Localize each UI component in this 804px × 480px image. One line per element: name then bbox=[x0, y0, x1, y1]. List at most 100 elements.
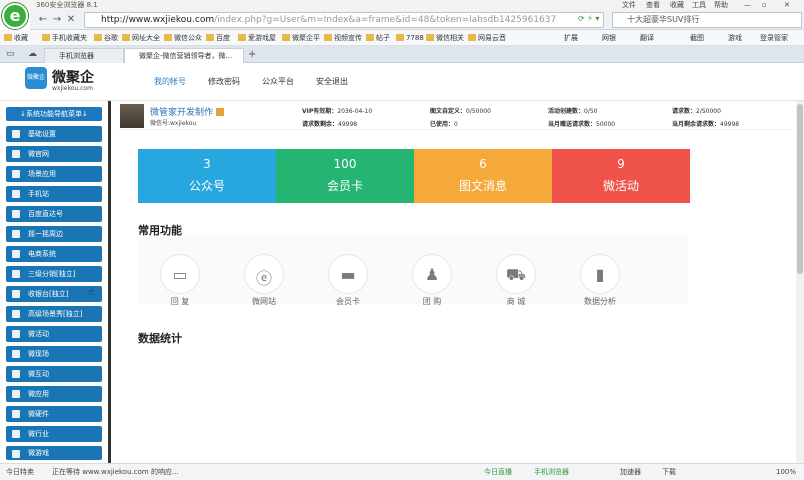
stat-monthly-gift: 当月赠送请求数：50000 bbox=[548, 121, 616, 128]
card-public-accounts[interactable]: 3 公众号 bbox=[138, 149, 276, 203]
app-title: 360安全浏览器 8.1 bbox=[36, 1, 98, 9]
sidebar-item-micro-hardware[interactable]: 微硬件 bbox=[6, 406, 102, 422]
sidebar-item-micro-games[interactable]: 微游戏 bbox=[6, 446, 102, 460]
status-zoom[interactable]: 100% bbox=[776, 464, 796, 480]
grid-icon bbox=[12, 170, 20, 178]
e-site-icon: ⓔ bbox=[255, 269, 272, 288]
stop-icon[interactable]: ✕ bbox=[64, 13, 78, 27]
card-news[interactable]: 6 图文消息 bbox=[414, 149, 552, 203]
nav-change-password[interactable]: 修改密码 bbox=[208, 76, 240, 87]
minimize-icon[interactable]: — bbox=[744, 0, 751, 10]
games-button[interactable]: 游戏 bbox=[728, 32, 742, 44]
bookmark-item[interactable]: 百度 bbox=[206, 32, 230, 44]
refresh-icon bbox=[12, 370, 20, 378]
menu-help[interactable]: 帮助 bbox=[714, 0, 728, 10]
folder-icon bbox=[468, 34, 476, 41]
bookmark-item[interactable]: 网址大全 bbox=[122, 32, 160, 44]
function-group-buy[interactable]: ♟ 团 购 bbox=[402, 254, 462, 307]
sidebar-item-micro-activity[interactable]: 微活动 bbox=[6, 326, 102, 342]
function-shop[interactable]: ⛟ 商 城 bbox=[486, 254, 546, 307]
translate-button[interactable]: 翻译 bbox=[640, 32, 654, 44]
sidebar-item-micro-industry[interactable]: 微行业 bbox=[6, 426, 102, 442]
menu-tools[interactable]: 工具 bbox=[692, 0, 706, 10]
status-bar: 今日特卖 正在等待 www.wxjiekou.com 的响应... 今日直播 手… bbox=[0, 463, 804, 480]
search-input[interactable]: 十大超豪华SUV排行 bbox=[612, 12, 802, 28]
edit-badge-icon[interactable] bbox=[215, 108, 224, 116]
function-member-card[interactable]: ▬ 会员卡 bbox=[318, 254, 378, 307]
bookmark-item[interactable]: 微信相关 bbox=[426, 32, 464, 44]
sidebar-header: ↓系统功能导航菜单↓ bbox=[6, 107, 102, 121]
folder-icon bbox=[206, 34, 214, 41]
bookmark-item[interactable]: 视频宣传 bbox=[324, 32, 362, 44]
sidebar-item-basic-settings[interactable]: 基础设置 bbox=[6, 126, 102, 142]
scrollbar-thumb[interactable] bbox=[797, 104, 803, 274]
status-download[interactable]: 下载 bbox=[662, 464, 676, 480]
sidebar-item-shake[interactable]: 摇一摇周边 bbox=[6, 226, 102, 242]
account-name[interactable]: 微管家开发制作 bbox=[150, 105, 224, 118]
group-icon: ♟ bbox=[424, 265, 440, 284]
status-daily-sale[interactable]: 今日特卖 bbox=[6, 464, 34, 480]
cloud-icon[interactable]: ☁ bbox=[28, 49, 37, 59]
ebank-button[interactable]: 网银 bbox=[602, 32, 616, 44]
sidebar-item-micro-apps[interactable]: 微应用 bbox=[6, 386, 102, 402]
bookmark-item[interactable]: 谷歌 bbox=[94, 32, 118, 44]
browser-logo-icon[interactable]: e bbox=[2, 3, 28, 29]
card-member-cards[interactable]: 100 会员卡 bbox=[276, 149, 414, 203]
account-wx-id: 微信号:wxjiekou bbox=[150, 120, 197, 127]
nav-logout[interactable]: 安全退出 bbox=[316, 76, 348, 87]
bookmark-item[interactable]: 收藏 bbox=[4, 32, 28, 44]
menu-file[interactable]: 文件 bbox=[622, 0, 636, 10]
sidebar-item-baidu-direct[interactable]: 百度直达号 bbox=[6, 206, 102, 222]
tab-mobile-browser[interactable]: 手机浏览器 bbox=[44, 48, 124, 63]
sidebar-item-ecommerce[interactable]: 电商系统 bbox=[6, 246, 102, 262]
edit-icon bbox=[12, 190, 20, 198]
function-micro-site[interactable]: ⓔ 微网站 bbox=[234, 254, 294, 307]
menu-favorites[interactable]: 收藏 bbox=[670, 0, 684, 10]
stat-monthly-left: 当月剩余请求数：49998 bbox=[672, 121, 740, 128]
sidebar-item-advanced-scene[interactable]: 高级场景秀[独立] bbox=[6, 306, 102, 322]
screenshot-button[interactable]: 截图 bbox=[690, 32, 704, 44]
nav-my-account[interactable]: 我的帐号 bbox=[154, 76, 186, 87]
stat-requests: 请求数：2/50000 bbox=[672, 108, 721, 115]
maximize-icon[interactable]: ▫ bbox=[762, 0, 767, 10]
login-manager-button[interactable]: 登录管家 bbox=[760, 32, 788, 44]
cart-icon: ⛟ bbox=[505, 265, 527, 284]
forward-icon[interactable]: → bbox=[50, 13, 64, 27]
nav-public-platform[interactable]: 公众平台 bbox=[262, 76, 294, 87]
menu-view[interactable]: 查看 bbox=[646, 0, 660, 10]
extension-button[interactable]: 扩展 bbox=[564, 32, 578, 44]
sidebar-item-scene-apps[interactable]: 场景应用 bbox=[6, 166, 102, 182]
site-icon bbox=[12, 150, 20, 158]
security-icon[interactable]: ⟳ ⚡ ▾ bbox=[578, 14, 599, 23]
sidebar-toggle-icon[interactable]: ▭ bbox=[6, 49, 15, 59]
function-analytics[interactable]: ▮ 数据分析 bbox=[570, 254, 630, 307]
url-input[interactable]: http://www.wxjiekou.com/index.php?g=User… bbox=[84, 12, 604, 28]
tab-strip: ▭ ☁ 手机浏览器 微聚企-微信营销领导者，微... + bbox=[0, 46, 804, 63]
list-icon bbox=[12, 250, 20, 258]
close-icon[interactable]: ✕ bbox=[784, 0, 790, 10]
bookmark-item[interactable]: 7788 bbox=[396, 32, 424, 44]
status-live[interactable]: 今日直播 bbox=[484, 464, 512, 480]
stat-activities-created: 活动创建数：0/50 bbox=[548, 108, 598, 115]
bookmark-item[interactable]: 微聚企平 bbox=[282, 32, 320, 44]
sidebar-item-micro-scene[interactable]: 微现场 bbox=[6, 346, 102, 362]
bookmark-item[interactable]: 帖子 bbox=[366, 32, 390, 44]
sidebar-item-mobile-site[interactable]: 手机站 bbox=[6, 186, 102, 202]
card-micro-activity[interactable]: 9 微活动 bbox=[552, 149, 690, 203]
sidebar-item-distribution[interactable]: 三级分销[独立] bbox=[6, 266, 102, 282]
folder-icon bbox=[164, 34, 172, 41]
back-icon[interactable]: ← bbox=[36, 13, 50, 27]
function-reply[interactable]: ▭ 回 复 bbox=[150, 254, 210, 307]
bookmark-item[interactable]: 微信公众 bbox=[164, 32, 202, 44]
bookmark-item[interactable]: 手机收藏夹 bbox=[42, 32, 87, 44]
site-header: 微聚企 微聚企 wxjiekou.com 我的帐号 修改密码 公众平台 安全退出 bbox=[0, 63, 804, 101]
bookmark-item[interactable]: 网易云音 bbox=[468, 32, 506, 44]
new-tab-icon[interactable]: + bbox=[248, 49, 256, 60]
tab-active[interactable]: 微聚企-微信营销领导者，微... bbox=[124, 48, 244, 63]
sidebar-item-micro-interact[interactable]: 微互动 bbox=[6, 366, 102, 382]
bookmark-item[interactable]: 爱游戏屋 bbox=[238, 32, 276, 44]
status-accelerator[interactable]: 加速器 bbox=[620, 464, 641, 480]
sidebar-item-micro-site[interactable]: 微官网 bbox=[6, 146, 102, 162]
status-mobile-browser[interactable]: 手机浏览器 bbox=[534, 464, 569, 480]
brand-logo-icon[interactable]: 微聚企 bbox=[25, 67, 47, 89]
